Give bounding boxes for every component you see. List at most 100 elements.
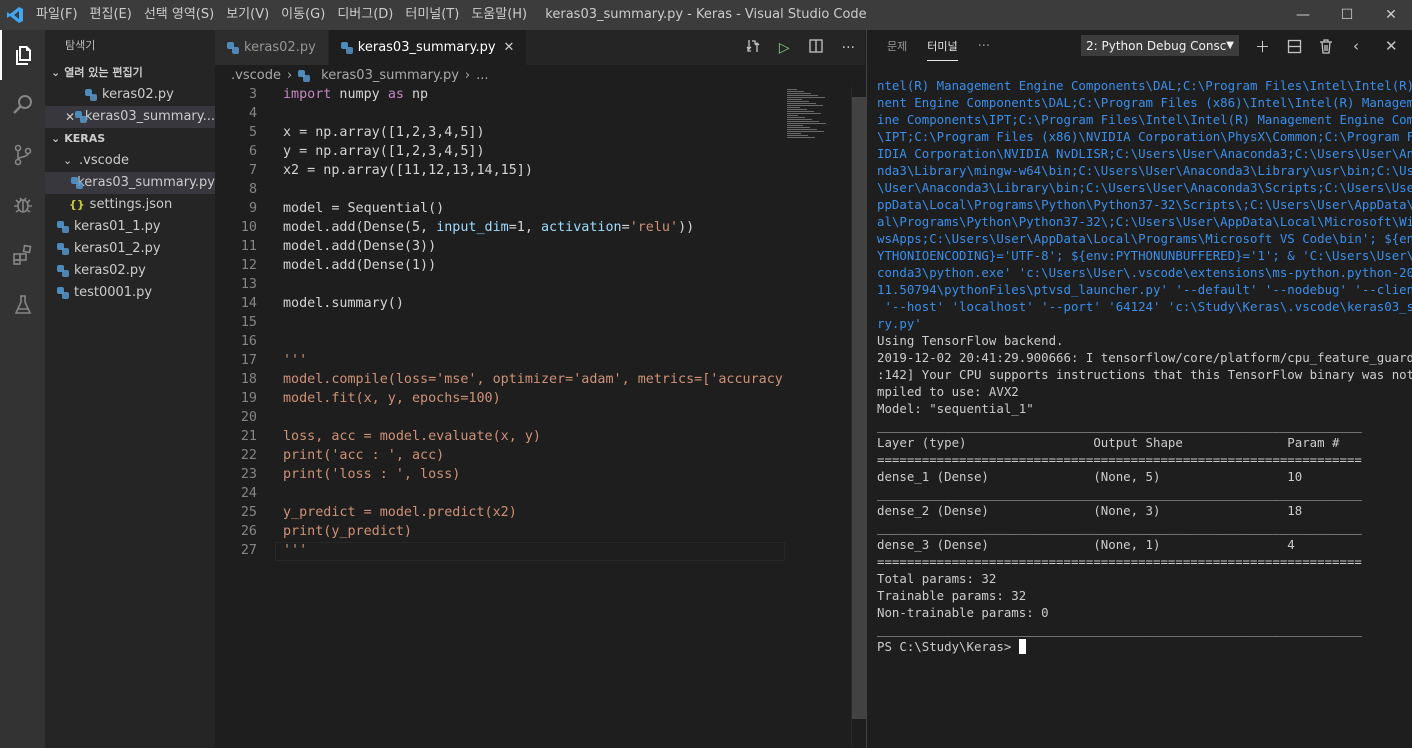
explorer-icon[interactable] <box>0 30 45 80</box>
code-line: print('acc : ', acc) <box>283 448 445 463</box>
close-icon[interactable]: ✕ <box>504 40 515 55</box>
menu-selection[interactable]: 선택 영역(S) <box>138 0 220 30</box>
trash-icon[interactable] <box>1319 30 1333 62</box>
menu-terminal[interactable]: 터미널(T) <box>399 0 465 30</box>
breadcrumb-file[interactable]: keras03_summary.py <box>321 65 459 87</box>
terminal-line: ry.py' <box>877 316 922 331</box>
close-icon[interactable]: ✕ <box>65 106 75 128</box>
terminal-line: ntel(R) Management Engine Components\DAL… <box>877 78 1412 93</box>
minimap-line <box>787 137 815 138</box>
code-line: print(y_predict) <box>283 524 412 539</box>
minimap-line <box>787 103 816 104</box>
scrollbar-thumb[interactable] <box>852 97 866 719</box>
terminal-output[interactable]: ntel(R) Management Engine Components\DAL… <box>877 77 1412 655</box>
file-item[interactable]: test0001.py <box>45 282 215 304</box>
file-item[interactable]: keras01_1.py <box>45 216 215 238</box>
menu-bar: 파일(F) 편집(E) 선택 영역(S) 보기(V) 이동(G) 디버그(D) … <box>30 0 533 30</box>
debug-icon[interactable] <box>0 180 45 230</box>
panel-tabs: 문제 터미널 ··· 2: Python Debug Consc ▼ ＋ ‹ ✕ <box>867 30 1412 62</box>
line-number: 15 <box>240 315 257 330</box>
file-name: settings.json <box>89 197 173 212</box>
minimap-line <box>787 115 798 116</box>
terminal-line: Non-trainable params: 0 <box>877 605 1049 620</box>
terminal-line: ________________________________________… <box>877 622 1362 637</box>
menu-go[interactable]: 이동(G) <box>275 0 331 30</box>
close-panel-icon[interactable]: ✕ <box>1385 30 1398 62</box>
line-number: 4 <box>248 106 257 121</box>
close-window-button[interactable]: ✕ <box>1368 0 1412 30</box>
terminal-line: ========================================… <box>877 452 1362 467</box>
terminal-select[interactable]: 2: Python Debug Consc ▼ <box>1081 35 1239 56</box>
explorer-title: 탐색기 <box>65 39 96 52</box>
minimap[interactable] <box>785 87 851 748</box>
python-file-icon <box>227 41 239 54</box>
current-line-highlight <box>275 542 785 561</box>
search-icon[interactable] <box>0 80 45 130</box>
run-icon[interactable]: ▷ <box>779 40 790 56</box>
chevron-right-icon: › <box>286 68 293 83</box>
menu-edit[interactable]: 편집(E) <box>84 0 138 30</box>
tab-problems[interactable]: 문제 <box>887 32 907 60</box>
minimap-line <box>787 117 805 118</box>
python-file-icon <box>57 265 69 277</box>
terminal-select-value: 2: Python Debug Consc <box>1086 39 1227 53</box>
line-number: 12 <box>240 258 257 273</box>
vscode-logo-icon <box>0 0 30 30</box>
open-editor-item[interactable]: ✕ keras03_summary... <box>45 106 215 128</box>
open-editors-section[interactable]: ⌄ 열려 있는 편집기 <box>45 62 215 84</box>
breadcrumb-folder[interactable]: .vscode <box>231 65 281 87</box>
terminal-panel: 문제 터미널 ··· 2: Python Debug Consc ▼ ＋ ‹ ✕… <box>866 30 1412 748</box>
tab-keras02[interactable]: keras02.py <box>215 30 329 65</box>
menu-debug[interactable]: 디버그(D) <box>331 0 399 30</box>
split-terminal-icon[interactable] <box>1287 30 1302 62</box>
extensions-icon[interactable] <box>0 230 45 280</box>
more-icon[interactable]: ··· <box>978 33 990 60</box>
keras-folder-section[interactable]: ⌄ KERAS <box>45 128 215 150</box>
chevron-left-icon[interactable]: ‹ <box>1353 30 1359 62</box>
file-item[interactable]: keras03_summary.py <box>45 172 215 194</box>
code-editor[interactable]: 3 4 5 6 7 8 9 10 11 12 13 14 15 16 17 18… <box>215 87 785 748</box>
terminal-line: Model: "sequential_1" <box>877 401 1034 416</box>
terminal-line: IDIA Corporation\NVIDIA NvDLISR;C:\Users… <box>877 146 1412 161</box>
tab-keras03-summary[interactable]: keras03_summary.py ✕ <box>328 30 528 65</box>
chevron-down-icon: ⌄ <box>51 66 61 79</box>
editor-scrollbar[interactable] <box>851 87 866 748</box>
tab-terminal[interactable]: 터미널 <box>927 32 958 61</box>
menu-help[interactable]: 도움말(H) <box>465 0 533 30</box>
code-line: print('loss : ', loss) <box>283 467 461 482</box>
terminal-line: ppData\Local\Programs\Python\Python37-32… <box>877 197 1412 212</box>
source-control-icon[interactable] <box>0 130 45 180</box>
file-name: keras01_2.py <box>74 241 161 256</box>
testing-flask-icon[interactable] <box>0 280 45 330</box>
menu-view[interactable]: 보기(V) <box>220 0 275 30</box>
vscode-folder-item[interactable]: ⌄ .vscode <box>45 150 215 172</box>
minimap-line <box>787 97 825 98</box>
minimize-button[interactable]: — <box>1280 0 1326 30</box>
chevron-down-icon: ⌄ <box>63 154 73 167</box>
file-name: keras02.py <box>74 263 146 278</box>
line-number: 21 <box>240 429 257 444</box>
add-terminal-icon[interactable]: ＋ <box>1255 30 1270 62</box>
more-actions-icon[interactable]: ··· <box>842 40 855 56</box>
file-item[interactable]: {} settings.json <box>45 194 215 216</box>
compare-changes-icon[interactable] <box>745 38 761 58</box>
maximize-button[interactable]: ☐ <box>1324 0 1370 30</box>
file-item[interactable]: keras01_2.py <box>45 238 215 260</box>
line-number: 20 <box>240 410 257 425</box>
terminal-cursor <box>1018 639 1026 654</box>
open-editor-item[interactable]: keras02.py <box>45 84 215 106</box>
terminal-line: ________________________________________… <box>877 418 1362 433</box>
file-item[interactable]: keras02.py <box>45 260 215 282</box>
terminal-line: ________________________________________… <box>877 520 1362 535</box>
minimap-line <box>787 109 807 110</box>
breadcrumb-symbol[interactable]: ... <box>476 65 488 87</box>
menu-file[interactable]: 파일(F) <box>30 0 84 30</box>
terminal-line: PS C:\Study\Keras> <box>877 638 1407 655</box>
python-file-icon <box>57 243 69 255</box>
line-number: 19 <box>240 391 257 406</box>
line-number: 26 <box>240 524 257 539</box>
line-number: 24 <box>240 486 257 501</box>
terminal-line: Trainable params: 32 <box>877 588 1027 603</box>
split-editor-icon[interactable] <box>808 38 824 58</box>
file-name: keras01_1.py <box>74 219 161 234</box>
